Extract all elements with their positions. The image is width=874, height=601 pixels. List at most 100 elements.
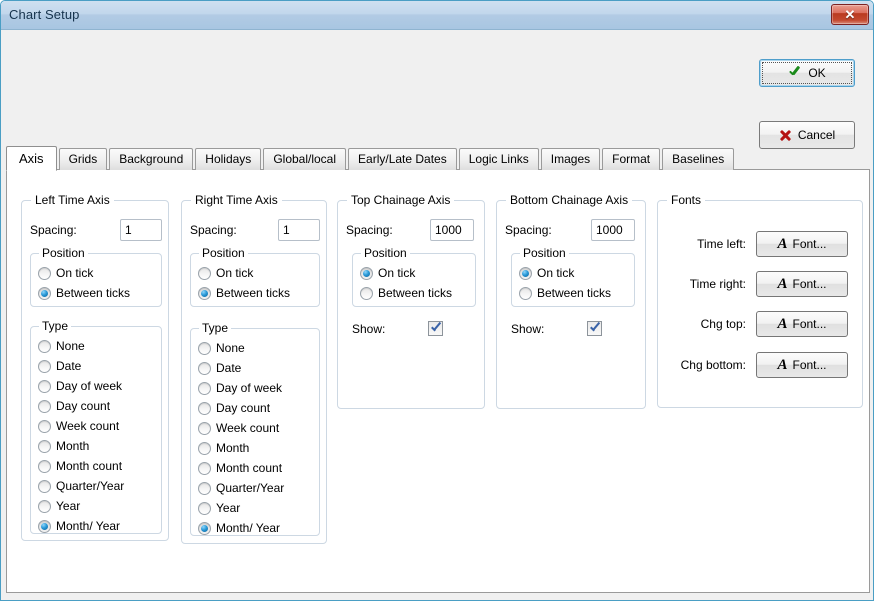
right-type-none[interactable]: None [191, 338, 319, 358]
radio-label: Month count [56, 459, 123, 473]
right-type-day-of-week[interactable]: Day of week [191, 378, 319, 398]
left-position-between-ticks[interactable]: Between ticks [31, 283, 161, 303]
right-position-group: Position On tick Between ticks [190, 246, 320, 307]
tab-background[interactable]: Background [109, 148, 194, 170]
tab-images[interactable]: Images [540, 148, 601, 170]
radio-label: On tick [537, 266, 575, 280]
right-spacing-input[interactable]: 1 [278, 219, 320, 241]
left-type-day-count[interactable]: Day count [31, 396, 161, 416]
radio-icon-selected [198, 286, 211, 300]
radio-icon-selected [38, 286, 51, 300]
tab-logic-links[interactable]: Logic Links [458, 148, 539, 170]
radio-icon [198, 341, 211, 355]
spacing-label: Spacing: [30, 223, 77, 237]
left-type-month[interactable]: Month [31, 436, 161, 456]
font-a-icon: A [777, 275, 788, 292]
radio-icon [360, 286, 373, 300]
right-type-date[interactable]: Date [191, 358, 319, 378]
group-left-time-axis: Left Time Axis Spacing: 1 Position On ti… [21, 193, 169, 541]
radio-icon [38, 419, 51, 433]
left-type-year[interactable]: Year [31, 496, 161, 516]
tab-format[interactable]: Format [602, 148, 661, 170]
bottom-position-on-tick[interactable]: On tick [512, 263, 634, 283]
font-row-time-right: Time right: A Font... [668, 271, 848, 297]
radio-label: Quarter/Year [56, 479, 125, 493]
radio-label: Month/ Year [56, 519, 121, 533]
bottom-spacing-input[interactable]: 1000 [591, 219, 635, 241]
group-bottom-chainage-axis: Bottom Chainage Axis Spacing: 1000 Posit… [496, 193, 646, 409]
radio-label: On tick [378, 266, 416, 280]
top-position-on-tick[interactable]: On tick [353, 263, 475, 283]
radio-label: Year [56, 499, 81, 513]
font-button-label: Font... [792, 358, 827, 372]
group-legend: Left Time Axis [31, 193, 114, 207]
bottom-show-checkbox[interactable] [587, 321, 602, 336]
time-left-font-button[interactable]: A Font... [756, 231, 848, 257]
font-button-label: Font... [792, 317, 827, 331]
left-type-date[interactable]: Date [31, 356, 161, 376]
radio-icon-selected [38, 519, 51, 533]
radio-icon [198, 361, 211, 375]
tab-label: Logic Links [468, 152, 529, 166]
spacing-label: Spacing: [346, 223, 393, 237]
tab-label: Grids [68, 152, 98, 166]
group-right-time-axis: Right Time Axis Spacing: 1 Position On t… [181, 193, 327, 544]
radio-label: Week count [216, 421, 280, 435]
bottom-show-row: Show: [511, 321, 602, 336]
time-right-font-button[interactable]: A Font... [756, 271, 848, 297]
tab-holidays[interactable]: Holidays [195, 148, 262, 170]
radio-label: Month [56, 439, 90, 453]
left-type-week-count[interactable]: Week count [31, 416, 161, 436]
top-position-group: Position On tick Between ticks [352, 246, 476, 307]
left-type-month-year[interactable]: Month/ Year [31, 516, 161, 536]
tab-early-late-dates[interactable]: Early/Late Dates [348, 148, 457, 170]
radio-icon [38, 439, 51, 453]
right-type-month-count[interactable]: Month count [191, 458, 319, 478]
cancel-button[interactable]: Cancel [759, 121, 855, 149]
radio-label: Between ticks [537, 286, 612, 300]
left-type-quarter-year[interactable]: Quarter/Year [31, 476, 161, 496]
radio-label: Week count [56, 419, 120, 433]
right-type-year[interactable]: Year [191, 498, 319, 518]
right-type-day-count[interactable]: Day count [191, 398, 319, 418]
right-type-month[interactable]: Month [191, 438, 319, 458]
top-show-checkbox[interactable] [428, 321, 443, 336]
group-legend: Position [199, 246, 248, 260]
left-position-on-tick[interactable]: On tick [31, 263, 161, 283]
show-label: Show: [511, 321, 545, 336]
left-type-none[interactable]: None [31, 336, 161, 356]
right-position-on-tick[interactable]: On tick [191, 263, 319, 283]
radio-label: Month/ Year [216, 521, 281, 535]
group-legend: Right Time Axis [191, 193, 282, 207]
tab-axis[interactable]: Axis [6, 146, 57, 171]
font-row-label: Time right: [689, 277, 746, 291]
spacing-label: Spacing: [505, 223, 552, 237]
left-spacing-input[interactable]: 1 [120, 219, 162, 241]
right-position-between-ticks[interactable]: Between ticks [191, 283, 319, 303]
right-type-quarter-year[interactable]: Quarter/Year [191, 478, 319, 498]
radio-icon [198, 381, 211, 395]
ok-button[interactable]: OK [759, 59, 855, 87]
group-top-chainage-axis: Top Chainage Axis Spacing: 1000 Position… [337, 193, 485, 409]
top-spacing-input[interactable]: 1000 [430, 219, 474, 241]
radio-label: Day of week [56, 379, 123, 393]
left-type-day-of-week[interactable]: Day of week [31, 376, 161, 396]
close-button[interactable]: ✕ [831, 4, 869, 25]
group-legend: Type [39, 319, 72, 333]
left-type-month-count[interactable]: Month count [31, 456, 161, 476]
chg-bottom-font-button[interactable]: A Font... [756, 352, 848, 378]
font-row-label: Chg bottom: [680, 358, 746, 372]
bottom-position-between-ticks[interactable]: Between ticks [512, 283, 634, 303]
radio-icon [519, 286, 532, 300]
radio-icon [198, 461, 211, 475]
tab-strip: Axis Grids Background Holidays Global/lo… [6, 146, 870, 171]
group-legend: Fonts [667, 193, 706, 207]
chg-top-font-button[interactable]: A Font... [756, 311, 848, 337]
tab-global-local[interactable]: Global/local [263, 148, 347, 170]
top-position-between-ticks[interactable]: Between ticks [353, 283, 475, 303]
radio-icon [198, 421, 211, 435]
tab-grids[interactable]: Grids [58, 148, 108, 170]
tab-baselines[interactable]: Baselines [662, 148, 735, 170]
right-type-week-count[interactable]: Week count [191, 418, 319, 438]
right-type-month-year[interactable]: Month/ Year [191, 518, 319, 538]
